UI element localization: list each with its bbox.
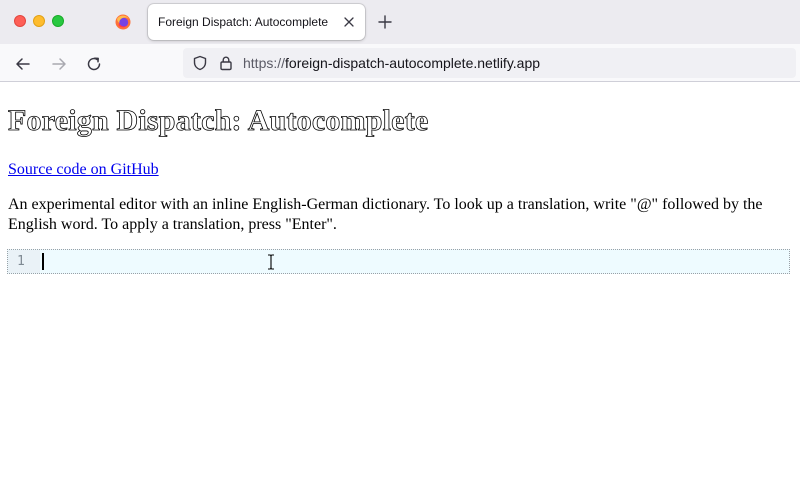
url-host: foreign-dispatch-autocomplete.netlify.ap… [285,55,541,71]
url-text[interactable]: https://foreign-dispatch-autocomplete.ne… [243,55,540,71]
zoom-window-button[interactable] [52,15,64,27]
line-number: 1 [17,254,25,269]
tracking-protection-shield-icon[interactable] [192,55,208,71]
new-tab-plus-icon[interactable] [377,14,393,30]
minimize-window-button[interactable] [33,15,45,27]
reload-icon[interactable] [85,55,103,73]
page-title: Foreign Dispatch: Autocomplete [8,104,429,138]
url-scheme: https:// [243,55,286,71]
lock-icon[interactable] [218,55,234,71]
active-tab[interactable]: Foreign Dispatch: Autocomplete [148,4,365,40]
text-cursor-ibeam-icon [268,254,274,270]
editor-gutter: 1 [8,250,40,273]
close-tab-icon[interactable] [342,15,356,29]
back-arrow-icon[interactable] [14,55,32,73]
address-bar[interactable]: https://foreign-dispatch-autocomplete.ne… [183,48,796,78]
window-titlebar: Foreign Dispatch: Autocomplete [0,0,800,44]
code-editor[interactable]: 1 [7,249,790,274]
page-description: An experimental editor with an inline En… [8,196,763,233]
navigation-toolbar: https://foreign-dispatch-autocomplete.ne… [0,44,800,82]
tab-title: Foreign Dispatch: Autocomplete [158,15,329,29]
close-window-button[interactable] [14,15,26,27]
source-code-link[interactable]: Source code on GitHub [8,161,159,179]
text-caret [42,253,44,270]
firefox-icon[interactable] [115,14,131,30]
forward-arrow-icon[interactable] [50,55,68,73]
page-content: Foreign Dispatch: Autocomplete Source co… [0,83,800,486]
